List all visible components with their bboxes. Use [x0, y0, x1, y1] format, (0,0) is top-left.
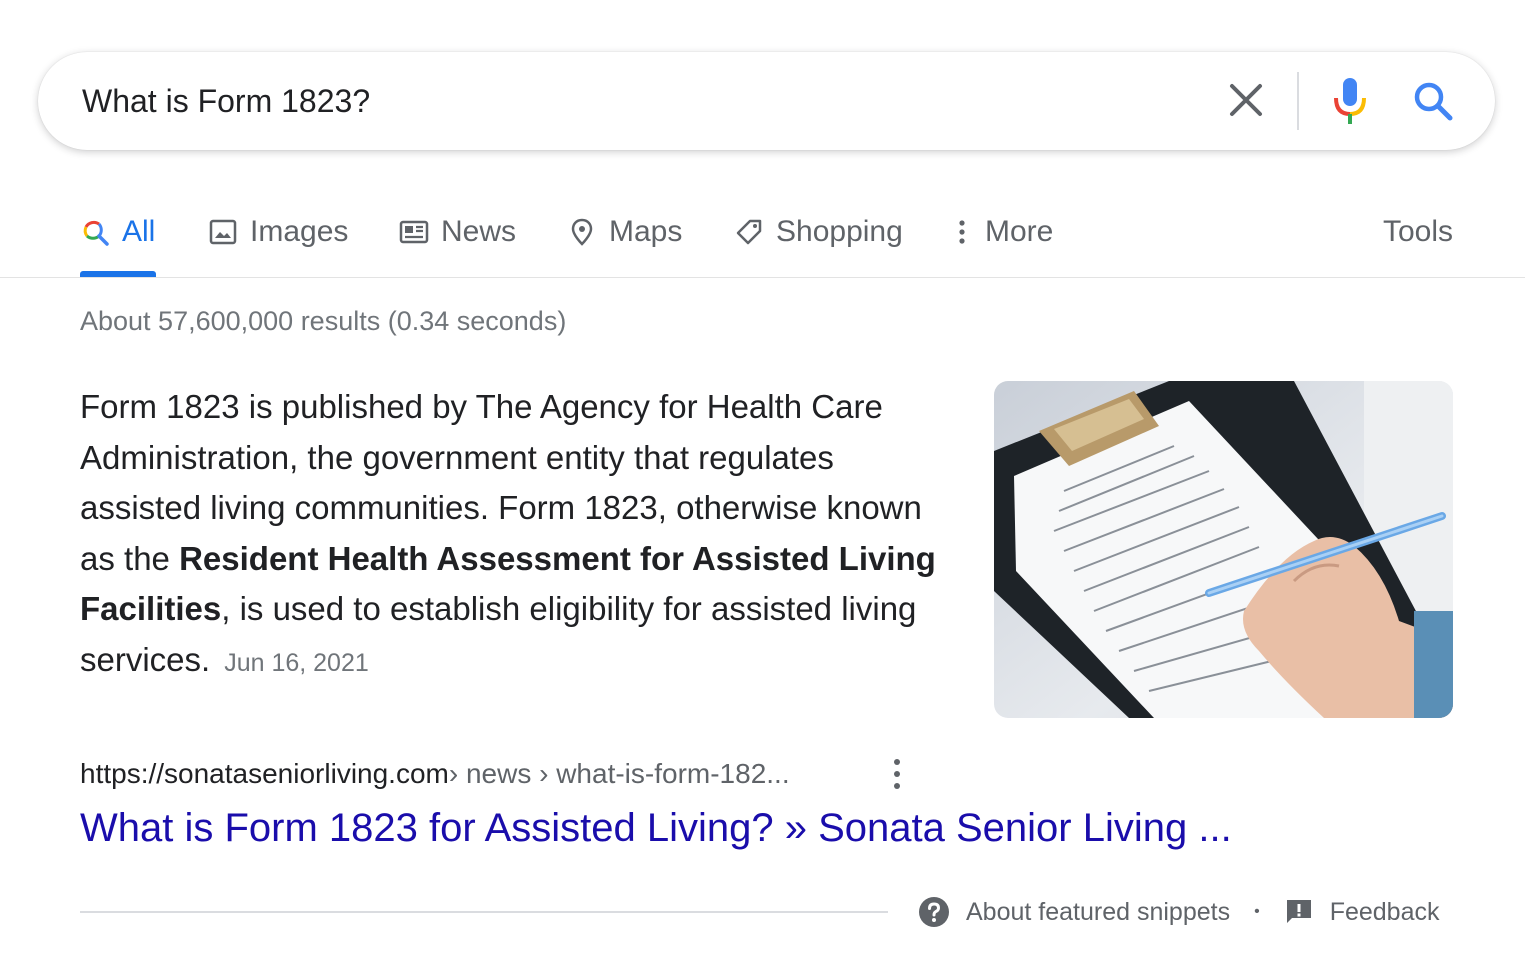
result-options-button[interactable]	[884, 754, 910, 794]
tab-news[interactable]: News	[399, 212, 516, 252]
tab-label: All	[122, 215, 156, 248]
feedback-icon	[1286, 900, 1311, 923]
snippet-date: Jun 16, 2021	[224, 648, 369, 677]
tag-icon	[736, 219, 762, 245]
help-icon	[919, 897, 949, 927]
clear-search-button[interactable]	[1224, 78, 1268, 122]
more-vert-icon	[959, 220, 965, 244]
search-divider	[1297, 72, 1299, 130]
snippet-image[interactable]	[994, 381, 1453, 718]
search-tabs: All Images News Maps Shopping More Tools	[0, 200, 1525, 278]
footer-separator: •	[1254, 903, 1260, 920]
search-icon	[1414, 82, 1453, 121]
voice-search-button[interactable]	[1330, 74, 1370, 128]
active-tab-indicator	[80, 271, 156, 277]
tab-images[interactable]: Images	[208, 212, 348, 252]
tab-label: Maps	[609, 215, 683, 248]
tab-label: Shopping	[776, 215, 903, 248]
about-snippets-label: About featured snippets	[966, 897, 1231, 926]
microphone-icon	[1334, 78, 1366, 124]
result-path: › news › what-is-form-182...	[448, 758, 790, 789]
tab-label: News	[441, 215, 517, 248]
tab-label: More	[985, 215, 1054, 248]
clipboard-form-photo	[994, 381, 1453, 718]
tab-maps[interactable]: Maps	[567, 212, 682, 252]
close-icon	[1230, 84, 1262, 116]
feedback-link[interactable]: Feedback	[1284, 897, 1440, 927]
result-site: https://sonataseniorliving.com	[80, 758, 449, 789]
search-icon	[83, 220, 109, 246]
result-title-link[interactable]: What is Form 1823 for Assisted Living? »…	[80, 806, 1232, 851]
tab-more[interactable]: More	[947, 212, 1053, 252]
search-input[interactable]	[82, 76, 1182, 126]
search-bar	[38, 52, 1495, 150]
tools-label: Tools	[1383, 215, 1454, 248]
result-stats: About 57,600,000 results (0.34 seconds)	[80, 306, 567, 336]
result-cite: https://sonataseniorliving.com › news › …	[80, 754, 790, 794]
newspaper-icon	[399, 220, 429, 244]
featured-snippet-text: Form 1823 is published by The Agency for…	[80, 382, 960, 688]
tab-all[interactable]: All	[80, 212, 155, 252]
more-vert-icon	[894, 759, 900, 789]
about-featured-snippets-link[interactable]: About featured snippets	[918, 896, 1230, 928]
tab-label: Images	[250, 215, 349, 248]
snippet-footer: About featured snippets • Feedback	[918, 892, 1439, 932]
map-pin-icon	[571, 218, 593, 246]
feedback-label: Feedback	[1329, 897, 1440, 926]
search-button[interactable]	[1411, 79, 1455, 123]
snippet-divider	[80, 911, 888, 913]
image-icon	[209, 219, 237, 245]
tab-shopping[interactable]: Shopping	[734, 212, 903, 252]
tools-button[interactable]: Tools	[1383, 212, 1453, 252]
